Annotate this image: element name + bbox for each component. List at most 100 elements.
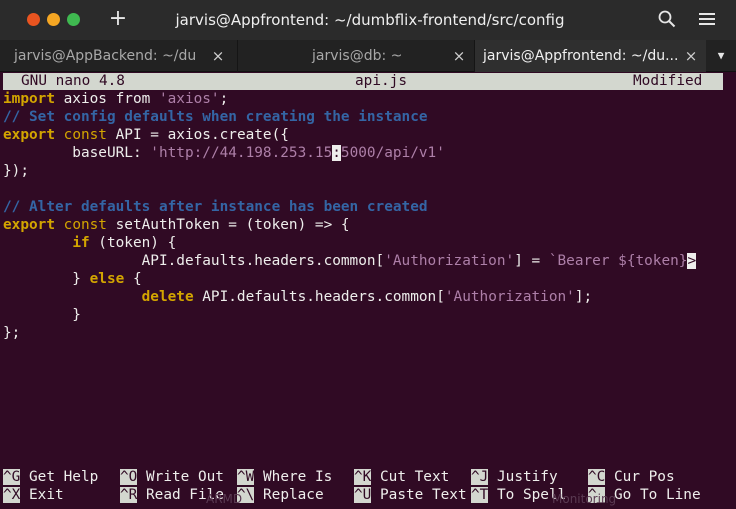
shortcut-key: ^X [3,487,21,503]
tab-dropdown-icon[interactable]: ▼ [710,40,732,72]
shortcut-cur-pos[interactable]: ^C Cur Pos [588,468,675,486]
shortcut-label: Cur Pos [605,469,675,485]
shortcut-key: ^T [471,487,489,503]
shortcut-exit[interactable]: ^X Exit [3,486,64,504]
code-token: }); [3,163,29,179]
shortcut-label: Go To Line [605,487,701,503]
code-line: }; [3,324,20,342]
code-token: export [3,127,55,143]
shortcut-key: ^U [354,487,372,503]
shortcut-where-is[interactable]: ^W Where Is [237,468,332,486]
tab-appfrontend[interactable]: jarvis@Appfrontend: ~/du... × [474,40,706,72]
title-bar: + jarvis@Appfrontend: ~/dumbflix-fronten… [0,0,736,40]
shortcut-cut-text[interactable]: ^K Cut Text [354,468,449,486]
code-token: API.defaults.headers.common[ [193,289,445,305]
text-cursor: : [332,145,341,161]
terminal-window: + jarvis@Appfrontend: ~/dumbflix-fronten… [0,0,736,509]
shortcut-replace[interactable]: ^\ Replace [237,486,324,504]
code-line: // Set config defaults when creating the… [3,108,428,126]
shortcut-write-out[interactable]: ^O Write Out [120,468,224,486]
code-line: if (token) { [3,234,176,252]
terminal-content[interactable]: GNU nano 4.8 api.js Modified import axio… [0,72,736,509]
window-title: jarvis@Appfrontend: ~/dumbflix-frontend/… [175,11,565,29]
code-token: 'axios' [158,91,220,107]
shortcut-justify[interactable]: ^J Justify [471,468,558,486]
code-token: else [89,271,125,287]
code-line: }); [3,162,29,180]
code-token: } [3,271,90,287]
shortcut-label: Write Out [137,469,224,485]
code-token: `Bearer ${token} [548,253,688,269]
shortcut-key: ^R [120,487,138,503]
tab-label: jarvis@db: ~ [312,48,403,64]
shortcut-label: Get Help [20,469,99,485]
nano-version: GNU nano 4.8 [21,73,125,89]
code-token: API.defaults.headers.common[ [3,253,385,269]
code-line: baseURL: 'http://44.198.253.15:5000/api/… [3,144,445,162]
code-token: import [3,91,55,107]
code-line: // Alter defaults after instance has bee… [3,198,428,216]
tab-appbackend[interactable]: jarvis@AppBackend: ~/du × [0,40,237,72]
maximize-window-button[interactable] [67,13,80,26]
line-overflow-marker: > [687,253,697,269]
tab-bar: jarvis@AppBackend: ~/du × jarvis@db: ~ ×… [0,40,736,72]
tab-db[interactable]: jarvis@db: ~ × [237,40,474,72]
shortcut-get-help[interactable]: ^G Get Help [3,468,98,486]
code-token: delete [141,289,194,305]
code-line: API.defaults.headers.common['Authorizati… [3,252,697,270]
tab-label: jarvis@Appfrontend: ~/du... [483,48,679,64]
code-token: } [3,307,81,323]
code-comment: // Alter defaults after instance has bee… [3,199,428,215]
shortcut-paste-text[interactable]: ^U Paste Text [354,486,467,504]
hamburger-menu-icon[interactable] [698,11,716,27]
shortcut-key: ^K [354,469,372,485]
code-line: export const API = axios.create({ [3,126,289,144]
code-token: setAuthToken = (token) => { [106,217,350,233]
shortcut-label: Justify [488,469,558,485]
code-token: ]; [574,289,593,305]
shortcut-label: Paste Text [371,487,467,503]
code-comment: // Set config defaults when creating the… [3,109,428,125]
code-token: 'http://44.198.253.15 [150,145,333,161]
nano-filename: api.js [355,73,407,89]
code-token: axios from [54,91,159,107]
code-token: { [124,271,142,287]
code-token: 5000/api/v1' [340,145,445,161]
minimize-window-button[interactable] [47,13,60,26]
code-token: }; [3,325,21,341]
shortcut-key: ^W [237,469,255,485]
new-tab-button[interactable]: + [106,6,130,32]
close-tab-icon[interactable]: × [683,40,699,72]
shortcut-key: ^C [588,469,606,485]
close-window-button[interactable] [27,13,40,26]
code-token: const [63,127,107,143]
code-token: ] = [514,253,549,269]
code-line: } [3,306,81,324]
code-token: API = axios.create({ [106,127,289,143]
shortcut-label: Where Is [254,469,333,485]
background-fragment: ARMD [206,492,243,506]
shortcut-label: Replace [254,487,324,503]
search-icon[interactable] [658,10,676,28]
shortcut-key: ^O [120,469,138,485]
tab-label: jarvis@AppBackend: ~/du [14,48,197,64]
code-token: 'Authorization' [444,289,575,305]
close-tab-icon[interactable]: × [451,40,467,72]
nano-shortcut-bar: ^G Get Help ^O Write Out ^W Where Is ^K … [3,468,733,504]
code-token: (token) { [89,235,177,251]
close-tab-icon[interactable]: × [210,40,226,72]
code-token: const [63,217,107,233]
code-token: 'Authorization' [384,253,515,269]
code-line: import axios from 'axios'; [3,90,228,108]
code-line: } else { [3,270,142,288]
shortcut-label: Cut Text [371,469,450,485]
background-fragment: Monitoring [552,492,617,506]
code-token: if [72,235,90,251]
code-line: delete API.defaults.headers.common['Auth… [3,288,593,306]
code-token: baseURL: [3,145,151,161]
shortcut-key: ^G [3,469,21,485]
